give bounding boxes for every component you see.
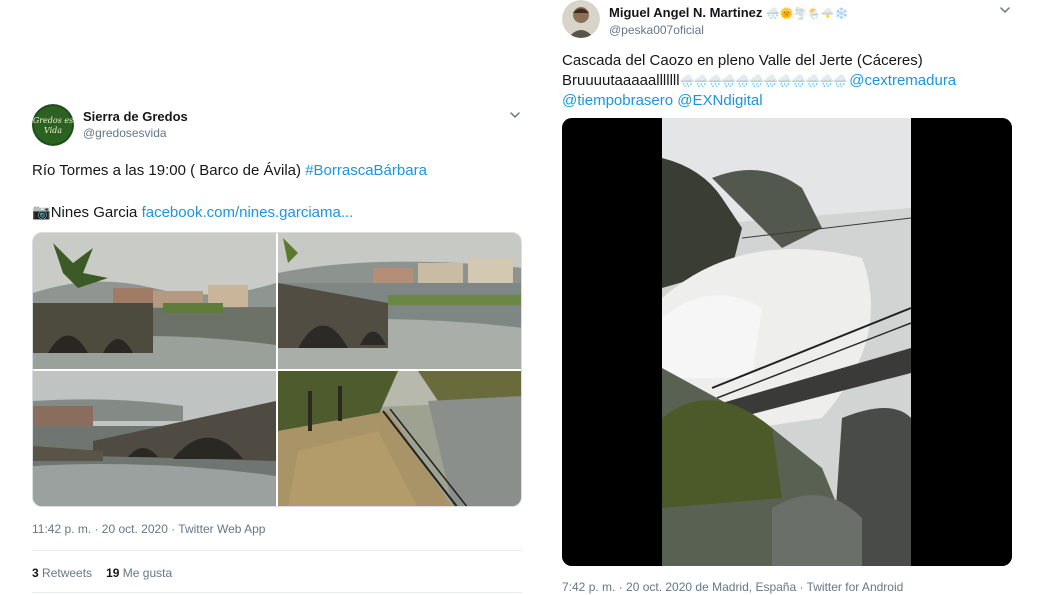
divider [32,550,522,551]
likes-count: 19 [106,566,120,580]
mention-link[interactable]: @EXNdigital [677,92,762,109]
photo-river-bridge[interactable] [33,233,276,369]
photo-stone-bridge[interactable] [33,371,276,506]
tweet-text-line3: @tiempobrasero @EXNdigital [562,91,1012,111]
mention-link[interactable]: @cextremadura [849,72,956,89]
likes-label: Me gusta [122,566,173,580]
tweet-text: Río Tormes a las 19:00 ( Barco de Ávila) [32,162,306,179]
avatar-text-line1: Gredos es [33,116,73,125]
divider-bottom [32,592,522,593]
display-name[interactable]: Miguel Angel N. Martinez 🌨️🌞🌪️🌦️🌩️❄️ [609,5,848,22]
timestamp[interactable]: 11:42 p. m. · 20 oct. 2020 · Twitter Web… [32,522,265,536]
retweets-label: Retweets [42,566,93,580]
avatar[interactable]: Gredos es Vida [32,104,74,146]
chevron-down-icon[interactable] [998,3,1012,17]
tweet-text-line1: Río Tormes a las 19:00 ( Barco de Ávila)… [32,161,522,181]
timestamp[interactable]: 7:42 p. m. · 20 oct. 2020 de Madrid, Esp… [562,580,903,594]
avatar-text-line2: Vida [44,126,62,135]
likes-stat[interactable]: 19 Me gusta [106,566,172,580]
mention-link[interactable]: @tiempobrasero [562,92,673,109]
display-name-text: Miguel Angel N. Martinez [609,5,763,20]
weather-emojis: 🌨️🌞🌪️🌦️🌩️❄️ [765,8,849,20]
facebook-link[interactable]: facebook.com/nines.garciama... [142,204,354,221]
credit-text: Nines Garcia [50,204,142,221]
tweet-header: Gredos es Vida Sierra de Gredos @gredose… [32,104,522,148]
rain-emojis: 🌧️🌧️🌧️🌧️🌧️🌧️🌧️🌧️🌧️🌧️🌧️🌧️ [679,74,850,88]
retweets-count: 3 [32,566,39,580]
tweet-card-miguel[interactable]: Miguel Angel N. Martinez 🌨️🌞🌪️🌦️🌩️❄️ @pe… [562,0,1012,594]
photo-riverside-path[interactable] [278,371,521,506]
chevron-down-icon[interactable] [508,108,522,122]
display-name[interactable]: Sierra de Gredos [83,108,188,125]
retweets-stat[interactable]: 3 Retweets [32,566,92,580]
avatar[interactable] [562,0,600,38]
video-player[interactable] [562,118,1012,566]
photo-bridge-arches[interactable] [278,233,521,369]
tweet-header: Miguel Angel N. Martinez 🌨️🌞🌪️🌦️🌩️❄️ @pe… [562,0,1012,42]
camera-icon: 📷 [32,204,51,221]
tweet-card-gredos[interactable]: Gredos es Vida Sierra de Gredos @gredose… [32,104,522,593]
handle[interactable]: @peska007oficial [609,22,848,38]
tweet-text-line1: Cascada del Caozo en pleno Valle del Jer… [562,52,923,69]
stats-row: 3 Retweets 19 Me gusta [32,566,172,580]
tweet-text: Bruuuutaaaaalllllll [562,72,680,89]
tweet-text-line2: Bruuuutaaaaalllllll🌧️🌧️🌧️🌧️🌧️🌧️🌧️🌧️🌧️🌧️🌧… [562,71,1012,91]
handle[interactable]: @gredosesvida [83,125,188,142]
tweet-text-line2: 📷Nines Garcia facebook.com/nines.garciam… [32,203,522,223]
media-grid [32,232,522,507]
hashtag-link[interactable]: #BorrascaBárbara [305,162,427,179]
